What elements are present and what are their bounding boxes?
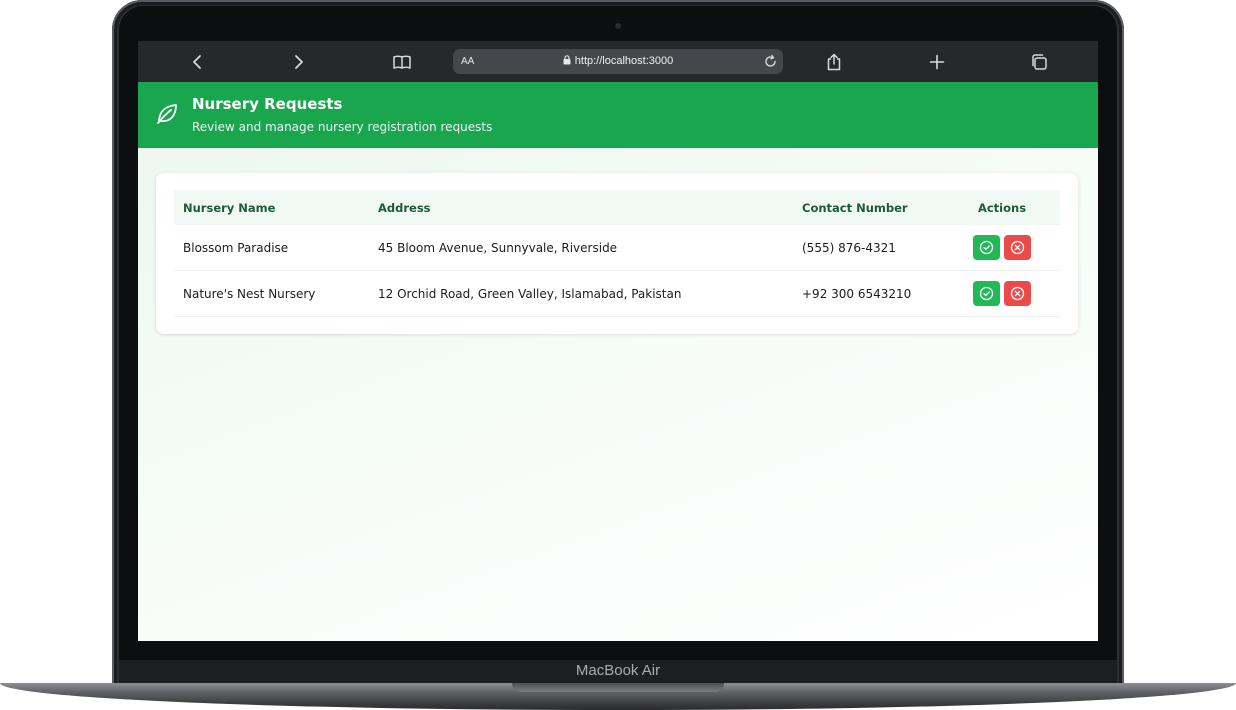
forward-icon[interactable] <box>288 51 310 73</box>
requests-card: Nursery Name Address Contact Number Acti… <box>156 173 1078 334</box>
reader-icon[interactable] <box>391 51 413 73</box>
approve-button[interactable] <box>973 281 1000 306</box>
check-circle-icon <box>979 286 994 301</box>
reject-button[interactable] <box>1004 235 1031 260</box>
column-header-name: Nursery Name <box>183 200 276 215</box>
actions-cell <box>944 225 1060 271</box>
lock-icon <box>563 55 571 68</box>
reject-button[interactable] <box>1004 281 1031 306</box>
column-header-actions: Actions <box>977 200 1027 215</box>
column-header-address: Address <box>378 200 431 215</box>
main-content: Nursery Name Address Contact Number Acti… <box>138 148 1098 641</box>
nursery-name-cell: Blossom Paradise <box>174 225 369 271</box>
actions-cell <box>944 270 1060 317</box>
back-icon[interactable] <box>186 51 208 73</box>
camera <box>615 23 621 29</box>
contact-cell: (555) 876-4321 <box>793 225 944 271</box>
page-subtitle: Review and manage nursery registration r… <box>192 120 493 134</box>
device-label: MacBook Air <box>575 662 661 679</box>
table-row: Blossom Paradise 45 Bloom Avenue, Sunnyv… <box>174 225 1060 271</box>
column-header-contact: Contact Number <box>802 200 908 215</box>
contact-cell: +92 300 6543210 <box>793 270 944 317</box>
laptop-notch <box>512 683 724 692</box>
url-text[interactable]: http://localhost:3000 <box>575 55 673 67</box>
address-bar[interactable]: AA http://localhost:3000 <box>453 49 783 74</box>
table-header-row: Nursery Name Address Contact Number Acti… <box>174 190 1060 225</box>
x-circle-icon <box>1010 286 1025 301</box>
app-header: Nursery Requests Review and manage nurse… <box>138 82 1098 148</box>
approve-button[interactable] <box>973 235 1000 260</box>
new-tab-icon[interactable] <box>926 51 948 73</box>
x-circle-icon <box>1010 240 1025 255</box>
nursery-name-cell: Nature's Nest Nursery <box>174 270 369 317</box>
browser-toolbar: AA http://localhost:3000 <box>138 41 1098 82</box>
address-cell: 12 Orchid Road, Green Valley, Islamabad,… <box>369 270 793 317</box>
table-row: Nature's Nest Nursery 12 Orchid Road, Gr… <box>174 270 1060 317</box>
tabs-icon[interactable] <box>1028 51 1050 73</box>
reload-icon[interactable] <box>763 54 778 73</box>
page-title: Nursery Requests <box>192 95 343 113</box>
address-cell: 45 Bloom Avenue, Sunnyvale, Riverside <box>369 225 793 271</box>
requests-table: Nursery Name Address Contact Number Acti… <box>174 190 1060 317</box>
leaf-icon <box>155 102 179 130</box>
screen: AA http://localhost:3000 Nursery Request… <box>138 41 1098 641</box>
check-circle-icon <box>979 240 994 255</box>
share-icon[interactable] <box>823 51 845 73</box>
